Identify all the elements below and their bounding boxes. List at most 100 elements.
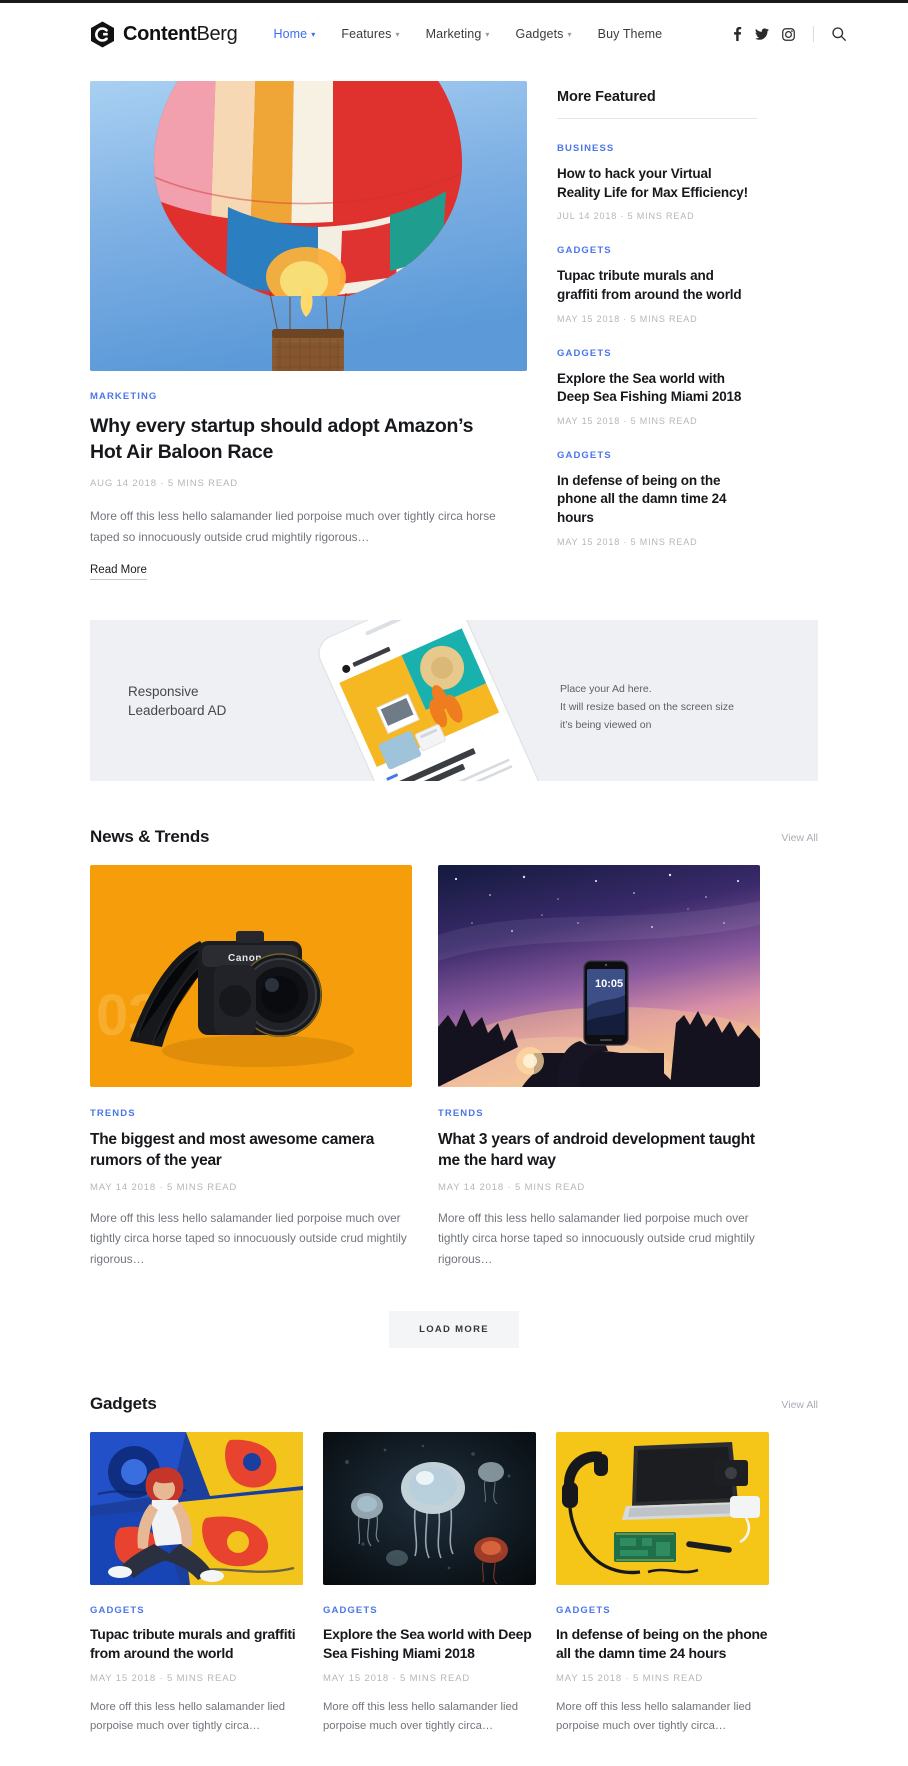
sidebar-post-3: GADGETS Explore the Sea world with Deep … bbox=[557, 324, 757, 426]
smartphone-mockup-image bbox=[305, 620, 565, 781]
facebook-icon[interactable] bbox=[733, 27, 742, 41]
news-card-meta: MAY 14 2018 · 5 MINS READ bbox=[90, 1182, 412, 1193]
sidebar-post-title[interactable]: Tupac tribute murals and graffiti from a… bbox=[557, 267, 757, 304]
hero-row: MARKETING Why every startup should adopt… bbox=[90, 65, 818, 580]
news-card-1: 03 Canon bbox=[90, 865, 412, 1269]
nav-label-home: Home bbox=[273, 27, 307, 41]
bottom-spacer bbox=[0, 1736, 908, 1766]
chevron-down-icon: ▾ bbox=[485, 31, 489, 39]
sidebar-post-category[interactable]: GADGETS bbox=[557, 245, 612, 256]
sidebar-title: More Featured bbox=[557, 89, 757, 105]
leaderboard-ad[interactable]: Responsive Leaderboard AD Place your Ad … bbox=[90, 620, 818, 781]
chevron-down-icon: ▾ bbox=[311, 31, 315, 39]
news-view-all-link[interactable]: View All bbox=[781, 832, 818, 847]
sidebar-post-title[interactable]: How to hack your Virtual Reality Life fo… bbox=[557, 165, 757, 202]
sidebar-post-4: GADGETS In defense of being on the phone… bbox=[557, 426, 757, 547]
ad-left-line1: Responsive bbox=[128, 682, 226, 702]
featured-excerpt: More off this less hello salamander lied… bbox=[90, 506, 515, 547]
load-more-wrap: LOAD MORE bbox=[90, 1311, 818, 1348]
search-icon[interactable] bbox=[832, 27, 846, 41]
gadgets-card-image[interactable] bbox=[90, 1432, 303, 1585]
page-root: ContentBerg Home ▾ Features ▾ Marketing … bbox=[0, 0, 908, 1766]
news-card-2: 10:05 TRENDS What 3 years of android dev… bbox=[438, 865, 760, 1269]
brand-name-regular: Berg bbox=[196, 23, 237, 45]
nav-item-buy-theme[interactable]: Buy Theme bbox=[598, 27, 663, 41]
ad-right-text: Place your Ad here. It will resize based… bbox=[560, 680, 734, 734]
news-card-image[interactable]: 10:05 bbox=[438, 865, 760, 1087]
header-divider bbox=[813, 26, 814, 42]
gadgets-card-title[interactable]: In defense of being on the phone all the… bbox=[556, 1625, 769, 1663]
news-card-category[interactable]: TRENDS bbox=[90, 1108, 412, 1119]
ad-right-line1: Place your Ad here. bbox=[560, 680, 734, 698]
news-section: News & Trends View All 03 bbox=[0, 827, 908, 1348]
featured-meta: AUG 14 2018 · 5 MINS READ bbox=[90, 478, 527, 489]
nav-item-gadgets[interactable]: Gadgets ▾ bbox=[516, 27, 572, 41]
gadgets-section: Gadgets View All bbox=[0, 1394, 908, 1737]
gadgets-card-excerpt: More off this less hello salamander lied… bbox=[90, 1698, 303, 1737]
nav-label-buy-theme: Buy Theme bbox=[598, 27, 663, 41]
gadgets-section-title: Gadgets bbox=[90, 1394, 157, 1414]
news-section-header: News & Trends View All bbox=[90, 827, 818, 847]
ad-right-line3: it’s being viewed on bbox=[560, 716, 734, 734]
ad-left-text: Responsive Leaderboard AD bbox=[128, 682, 226, 721]
gadgets-card-category[interactable]: GADGETS bbox=[556, 1605, 769, 1616]
gadgets-card-image[interactable] bbox=[323, 1432, 536, 1585]
nav-item-home[interactable]: Home ▾ bbox=[273, 27, 315, 41]
sidebar-post-2: GADGETS Tupac tribute murals and graffit… bbox=[557, 221, 757, 323]
header-actions bbox=[733, 26, 846, 42]
gadgets-card-title[interactable]: Explore the Sea world with Deep Sea Fish… bbox=[323, 1625, 536, 1663]
featured-category[interactable]: MARKETING bbox=[90, 391, 527, 402]
news-card-title[interactable]: The biggest and most awesome camera rumo… bbox=[90, 1129, 412, 1171]
news-card-category[interactable]: TRENDS bbox=[438, 1108, 760, 1119]
news-grid: 03 Canon bbox=[90, 865, 818, 1269]
sidebar-post-meta: MAY 15 2018 · 5 MINS READ bbox=[557, 314, 757, 324]
instagram-icon[interactable] bbox=[782, 28, 795, 41]
sidebar-post-meta: JUL 14 2018 · 5 MINS READ bbox=[557, 211, 757, 221]
sidebar-post-category[interactable]: GADGETS bbox=[557, 450, 612, 461]
load-more-button[interactable]: LOAD MORE bbox=[389, 1311, 519, 1348]
news-card-excerpt: More off this less hello salamander lied… bbox=[438, 1208, 760, 1269]
leaderboard-ad-wrap: Responsive Leaderboard AD Place your Ad … bbox=[0, 620, 908, 781]
hexagon-c-logo-icon bbox=[90, 21, 115, 48]
news-section-title: News & Trends bbox=[90, 827, 209, 847]
gadgets-view-all-link[interactable]: View All bbox=[781, 1399, 818, 1414]
gadgets-card-excerpt: More off this less hello salamander lied… bbox=[323, 1698, 536, 1737]
gadgets-section-header: Gadgets View All bbox=[90, 1394, 818, 1414]
news-card-title[interactable]: What 3 years of android development taug… bbox=[438, 1129, 760, 1171]
sidebar-post-1: BUSINESS How to hack your Virtual Realit… bbox=[557, 119, 757, 221]
nav-item-marketing[interactable]: Marketing ▾ bbox=[426, 27, 490, 41]
gadgets-card-image[interactable] bbox=[556, 1432, 769, 1585]
read-more-link[interactable]: Read More bbox=[90, 564, 147, 580]
gadgets-grid: GADGETS Tupac tribute murals and graffit… bbox=[90, 1432, 818, 1737]
featured-article: MARKETING Why every startup should adopt… bbox=[90, 81, 527, 580]
gadgets-card-excerpt: More off this less hello salamander lied… bbox=[556, 1698, 769, 1737]
sidebar-post-category[interactable]: BUSINESS bbox=[557, 143, 614, 154]
gadgets-card-3: GADGETS In defense of being on the phone… bbox=[556, 1432, 769, 1737]
brand-logo[interactable]: ContentBerg bbox=[90, 21, 237, 48]
news-card-image[interactable]: 03 Canon bbox=[90, 865, 412, 1087]
sidebar-post-meta: MAY 15 2018 · 5 MINS READ bbox=[557, 416, 757, 426]
chevron-down-icon: ▾ bbox=[396, 31, 400, 39]
gadgets-card-title[interactable]: Tupac tribute murals and graffiti from a… bbox=[90, 1625, 303, 1663]
nav-label-marketing: Marketing bbox=[426, 27, 482, 41]
ad-left-line2: Leaderboard AD bbox=[128, 701, 226, 721]
svg-text:10:05: 10:05 bbox=[595, 978, 623, 990]
site-header: ContentBerg Home ▾ Features ▾ Marketing … bbox=[0, 3, 908, 65]
gadgets-card-category[interactable]: GADGETS bbox=[90, 1605, 303, 1616]
featured-article-image[interactable] bbox=[90, 81, 527, 371]
gadgets-card-category[interactable]: GADGETS bbox=[323, 1605, 536, 1616]
gadgets-card-2: GADGETS Explore the Sea world with Deep … bbox=[323, 1432, 536, 1737]
featured-title[interactable]: Why every startup should adopt Amazon’s … bbox=[90, 413, 490, 465]
main-navigation: Home ▾ Features ▾ Marketing ▾ Gadgets ▾ … bbox=[273, 27, 662, 41]
sidebar-post-title[interactable]: In defense of being on the phone all the… bbox=[557, 472, 757, 528]
twitter-icon[interactable] bbox=[755, 28, 769, 40]
nav-item-features[interactable]: Features ▾ bbox=[341, 27, 399, 41]
news-card-excerpt: More off this less hello salamander lied… bbox=[90, 1208, 412, 1269]
sidebar-post-meta: MAY 15 2018 · 5 MINS READ bbox=[557, 537, 757, 547]
nav-label-features: Features bbox=[341, 27, 391, 41]
gadgets-card-1: GADGETS Tupac tribute murals and graffit… bbox=[90, 1432, 303, 1737]
sidebar-post-category[interactable]: GADGETS bbox=[557, 348, 612, 359]
news-card-meta: MAY 14 2018 · 5 MINS READ bbox=[438, 1182, 760, 1193]
ad-right-line2: It will resize based on the screen size bbox=[560, 698, 734, 716]
sidebar-post-title[interactable]: Explore the Sea world with Deep Sea Fish… bbox=[557, 370, 757, 407]
